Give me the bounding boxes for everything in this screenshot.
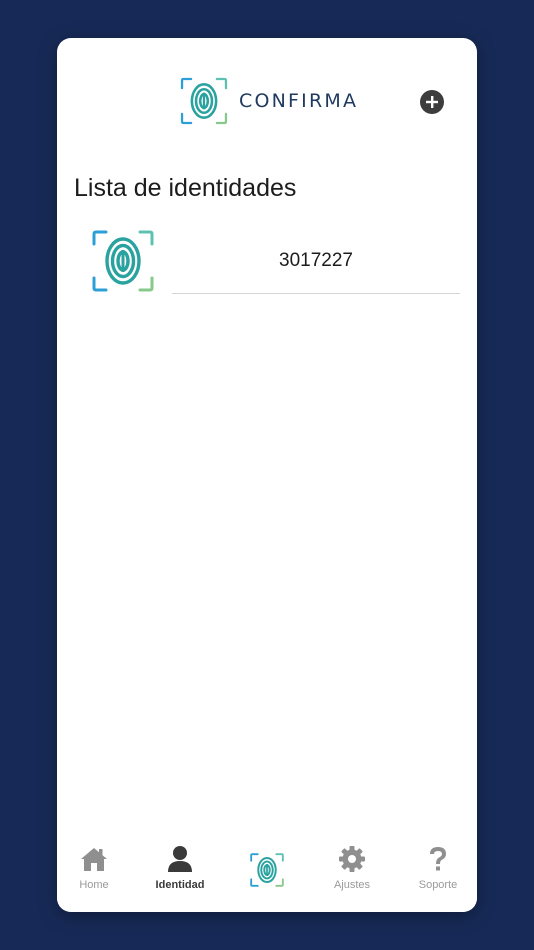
tab-confirma[interactable]	[230, 844, 304, 904]
home-icon	[81, 848, 107, 871]
fingerprint-logo-icon	[92, 230, 154, 292]
tab-home[interactable]: Home	[57, 844, 131, 904]
brand-name: CONFIRMA	[239, 90, 359, 112]
brand: CONFIRMA	[179, 76, 358, 126]
add-identity-button[interactable]	[420, 90, 444, 114]
tab-label: Identidad	[155, 879, 205, 891]
page-title: Lista de identidades	[74, 174, 297, 202]
tab-label: Soporte	[418, 879, 458, 891]
gear-icon	[339, 846, 365, 872]
divider	[172, 293, 460, 294]
identity-value: 3017227	[279, 250, 353, 271]
tab-soporte[interactable]: Soporte	[401, 844, 475, 904]
tab-ajustes[interactable]: Ajustes	[315, 844, 389, 904]
tab-bar: Home Identidad Ajustes Soporte	[57, 838, 477, 912]
plus-icon	[426, 96, 438, 108]
tab-identidad[interactable]: Identidad	[143, 844, 217, 904]
app-screen: CONFIRMA Lista de identidades 3017227 Ho…	[57, 38, 477, 912]
tab-label: Home	[79, 879, 109, 891]
user-icon	[168, 846, 192, 872]
identity-list-item[interactable]: 3017227	[57, 224, 477, 296]
fingerprint-logo-icon	[180, 77, 228, 125]
tab-label: Ajustes	[333, 879, 371, 891]
app-header: CONFIRMA	[57, 38, 477, 168]
fingerprint-logo-icon	[250, 853, 284, 887]
question-icon	[430, 847, 446, 871]
